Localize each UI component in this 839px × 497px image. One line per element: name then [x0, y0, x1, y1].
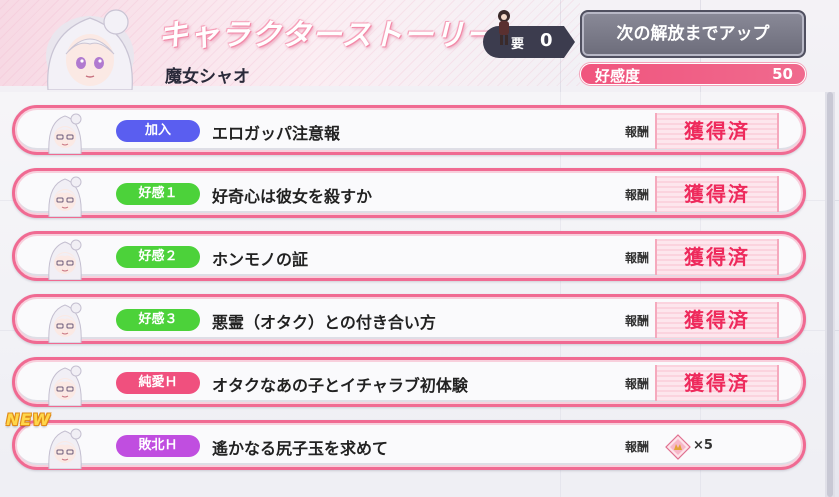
page-title: キャラクターストーリー [158, 18, 497, 53]
reward-obtained-stamp: 獲得済 [655, 113, 779, 149]
story-row[interactable]: 好感１ 好奇心は彼女を殺すか 報酬 獲得済 [12, 168, 806, 218]
story-title: 好奇心は彼女を殺すか [212, 187, 373, 206]
scroll-thumb[interactable] [827, 92, 833, 497]
character-portrait [46, 9, 134, 90]
reward-label: 報酬 [625, 251, 650, 265]
story-title: 遙かなる尻子玉を求めて [212, 439, 389, 458]
story-title: ホンモノの証 [212, 250, 309, 269]
story-tag: 好感１ [116, 183, 200, 205]
gem-icon [665, 434, 691, 460]
story-title: エロガッパ注意報 [212, 124, 341, 143]
reward-count: ×5 [693, 438, 713, 453]
reward-obtained-stamp: 獲得済 [655, 176, 779, 212]
character-chibi-icon [48, 428, 82, 469]
character-chibi-icon [48, 113, 82, 154]
affinity-label: 好感度 [595, 67, 641, 85]
reward-obtained-stamp: 獲得済 [655, 302, 779, 338]
reward-label: 報酬 [625, 188, 650, 202]
character-name: 魔女シャオ [165, 67, 250, 87]
story-row[interactable]: 加入 エロガッパ注意報 報酬 獲得済 [12, 105, 806, 155]
reward-obtained-stamp: 獲得済 [655, 365, 779, 401]
reward-label: 報酬 [625, 377, 650, 391]
reward-obtained-stamp: 獲得済 [655, 239, 779, 275]
unlock-next-button[interactable]: 次の解放までアップ [580, 10, 806, 58]
character-chibi-icon [48, 176, 82, 217]
story-row[interactable]: 好感２ ホンモノの証 報酬 獲得済 [12, 231, 806, 281]
scrollbar[interactable] [825, 92, 835, 497]
character-chibi-icon [48, 365, 82, 406]
new-badge: NEW [6, 410, 51, 429]
story-tag: 純愛Ｈ [116, 372, 200, 394]
affinity-bar: 好感度 50 [580, 63, 806, 85]
character-chibi-icon [48, 239, 82, 280]
affinity-value: 50 [772, 65, 793, 83]
story-tag: 敗北Ｈ [116, 435, 200, 457]
story-title: オタクなあの子とイチャラブ初体験 [212, 376, 468, 395]
character-chibi-icon [48, 302, 82, 343]
story-row[interactable]: 純愛Ｈ オタクなあの子とイチャラブ初体験 報酬 獲得済 [12, 357, 806, 407]
story-row[interactable]: 敗北Ｈ 遙かなる尻子玉を求めて 報酬 ×5 [12, 420, 806, 470]
reward-label: 報酬 [625, 440, 650, 454]
key-label: 要 [511, 37, 525, 52]
reward-label: 報酬 [625, 125, 650, 139]
story-tag: 好感３ [116, 309, 200, 331]
reward-label: 報酬 [625, 314, 650, 328]
story-tag: 加入 [116, 120, 200, 142]
key-count: 0 [540, 30, 553, 51]
story-tag: 好感２ [116, 246, 200, 268]
story-row[interactable]: 好感３ 悪霊（オタク）との付き合い方 報酬 獲得済 [12, 294, 806, 344]
header: キャラクターストーリー 魔女シャオ 要 0 次の解放までアップ 好感度 50 [0, 0, 839, 92]
story-title: 悪霊（オタク）との付き合い方 [212, 313, 436, 332]
